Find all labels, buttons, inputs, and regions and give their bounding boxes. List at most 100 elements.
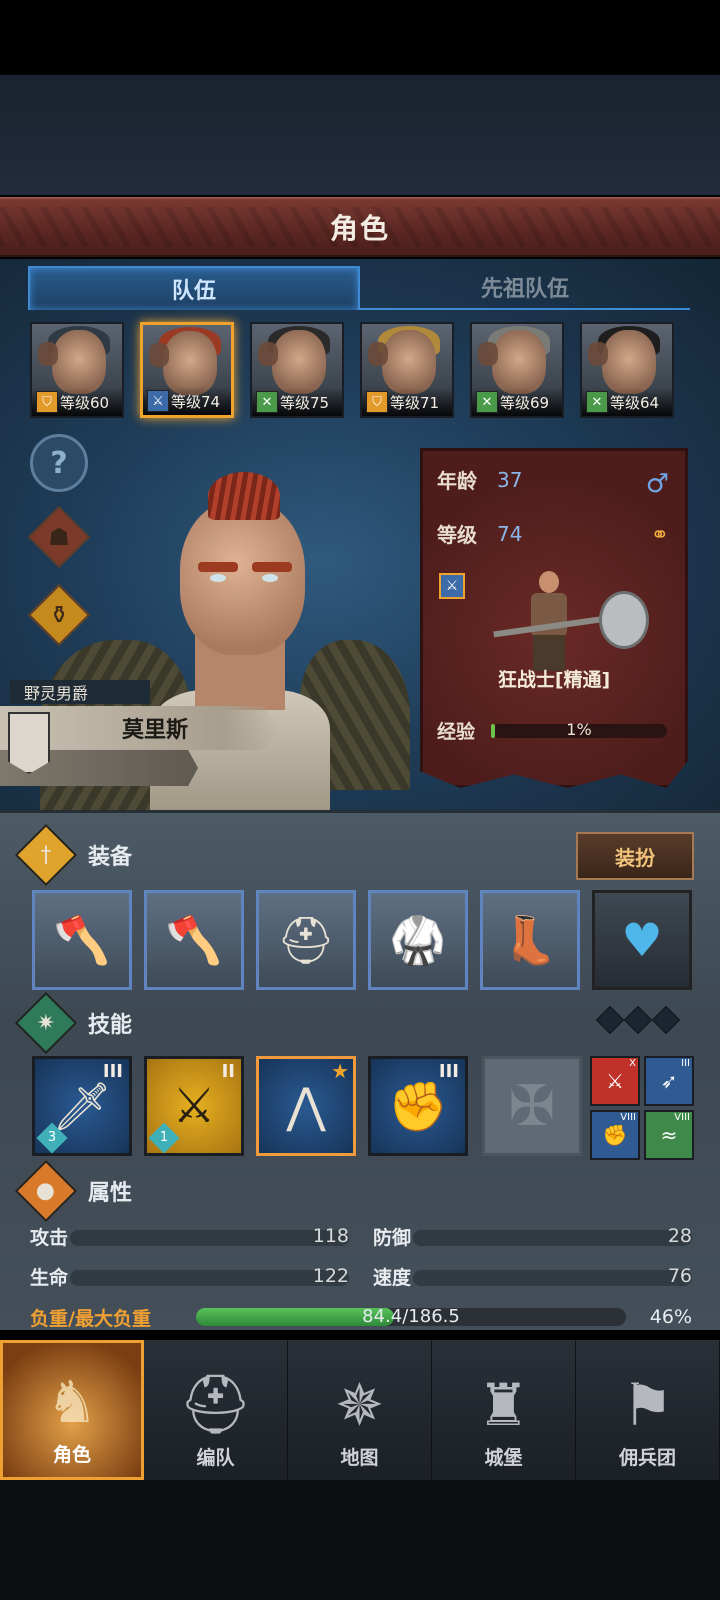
load-percent: 46%	[649, 1306, 692, 1328]
nav-mercenary[interactable]: ⚑ 佣兵团	[576, 1340, 720, 1480]
shield-icon: ⛉	[366, 391, 388, 413]
heraldry-banner-icon[interactable]	[8, 712, 50, 774]
attack-stat: 攻击 118	[30, 1224, 349, 1249]
speed-value: 76	[667, 1265, 692, 1287]
skill-tier: II	[221, 1061, 235, 1082]
age-label: 年龄	[437, 469, 477, 493]
tab-team[interactable]: 队伍	[28, 266, 360, 310]
hero-level: 等级71	[390, 393, 440, 412]
passive-skill[interactable]: ➶ III	[644, 1056, 694, 1106]
outfit-button[interactable]: 装扮	[576, 832, 694, 880]
attack-value: 118	[312, 1225, 349, 1247]
tab-ancestor-team[interactable]: 先祖队伍	[360, 266, 690, 310]
passive-skill[interactable]: ✊ VIII	[590, 1110, 640, 1160]
skill-tier: III	[102, 1061, 123, 1082]
load-value: 84.4/186.5	[362, 1306, 460, 1327]
hero-portrait	[52, 330, 106, 394]
skill-count: 1	[159, 1130, 169, 1145]
hero-card-selected[interactable]: ⚔ 等级74	[140, 322, 234, 418]
bottom-bar-area	[0, 1480, 720, 1600]
equip-slot-amulet[interactable]: ♥	[592, 890, 692, 990]
nav-map[interactable]: ✵ 地图	[288, 1340, 432, 1480]
nav-character[interactable]: ♞ 角色	[0, 1340, 144, 1480]
equipment-title: 装备	[88, 845, 133, 870]
dagger-icon: †	[40, 842, 52, 868]
hero-roster: ⛉ 等级60 ⚔ 等级74 ✕ 等级75 ⛉ 等级71 ✕ 等级69 ✕ 等级64	[30, 322, 690, 418]
cross-icon: ✠	[508, 1073, 556, 1139]
attributes-title: 属性	[88, 1181, 133, 1206]
wind-icon: ≈	[660, 1123, 678, 1147]
passive-skill[interactable]: ≈ VIII	[644, 1110, 694, 1160]
sword-icon: ⚔	[147, 390, 169, 412]
hero-card[interactable]: ⛉ 等级71	[360, 322, 454, 418]
gem-icon	[595, 1005, 625, 1035]
skill-slot[interactable]: ⚔ II 1	[144, 1056, 244, 1156]
hero-portrait	[163, 331, 217, 395]
attack-label: 攻击	[30, 1226, 69, 1249]
male-icon: ♂	[645, 469, 669, 499]
hero-mini-figure	[258, 342, 278, 366]
passive-skill[interactable]: ⚔ X	[590, 1056, 640, 1106]
skill-slot-empty[interactable]: ✠	[482, 1056, 582, 1156]
gem-icon	[623, 1005, 653, 1035]
level-value: 74	[497, 521, 523, 546]
defense-stat: 防御 28	[373, 1224, 692, 1249]
skill-slot[interactable]: 🗡 III 3	[32, 1056, 132, 1156]
nav-label: 城堡	[484, 1447, 523, 1469]
nav-label: 角色	[52, 1444, 91, 1466]
hero-card[interactable]: ⛉ 等级60	[30, 322, 124, 418]
skill-tier: III	[438, 1061, 459, 1082]
hero-mini-figure	[149, 343, 169, 367]
hero-level: 等级69	[500, 393, 550, 412]
hero-portrait	[272, 330, 326, 394]
passive-tier: X	[629, 1058, 636, 1069]
knight-icon: ♞	[46, 1368, 98, 1436]
bird-icon: ➶	[660, 1069, 678, 1093]
character-info-panel: 年龄 37 ♂ 等级 74 ⚭ ⚔ 狂战士[精通] 经验 1%	[420, 448, 688, 788]
star-burst-icon: ✷	[36, 1010, 56, 1036]
skills-title: 技能	[88, 1013, 133, 1038]
exp-bar: 1%	[491, 720, 667, 739]
sword-icon: ⚔	[606, 1069, 624, 1093]
skill-slot-selected[interactable]: ⋀ ★	[256, 1056, 356, 1156]
exp-value: 1%	[566, 719, 592, 739]
nav-label: 佣兵团	[618, 1447, 676, 1469]
hero-level: 等级75	[280, 393, 330, 412]
hero-card[interactable]: ✕ 等级64	[580, 322, 674, 418]
hero-mini-figure	[478, 342, 498, 366]
character-rank: 野灵男爵	[10, 680, 150, 704]
hero-mini-figure	[588, 342, 608, 366]
load-label: 负重/最大负重	[30, 1307, 151, 1330]
load-row: 负重/最大负重 84.4/186.5 46%	[30, 1302, 692, 1332]
page-title: 角色	[329, 212, 390, 245]
title-bar: 角色	[0, 197, 720, 257]
armor-icon: 🥋	[389, 912, 447, 967]
hero-card[interactable]: ✕ 等级75	[250, 322, 344, 418]
shield-icon: ⛉	[36, 391, 58, 413]
nav-castle[interactable]: ♜ 城堡	[432, 1340, 576, 1480]
hp-label: 生命	[30, 1266, 69, 1289]
top-backdrop	[0, 75, 720, 195]
bottom-nav: ♞ 角色 ⛑ 编队 ✵ 地图 ♜ 城堡 ⚑ 佣兵团	[0, 1340, 720, 1480]
helmet-icon: ⛑	[276, 912, 336, 967]
speed-label: 速度	[373, 1266, 412, 1289]
equip-slot-head[interactable]: ⛑	[256, 890, 356, 990]
equip-slot-body[interactable]: 🥋	[368, 890, 468, 990]
status-bar-area	[0, 0, 720, 75]
nav-formation[interactable]: ⛑ 编队	[144, 1340, 288, 1480]
defense-label: 防御	[373, 1226, 412, 1249]
fist-icon: ✊	[602, 1123, 628, 1147]
person-icon: ●	[36, 1178, 56, 1204]
ring-icon[interactable]: ⚭	[651, 523, 669, 548]
hero-level: 等级64	[610, 393, 660, 412]
equip-slot-off-hand[interactable]: 🪓	[144, 890, 244, 990]
axe-icon: 🪓	[165, 912, 223, 967]
equip-slot-feet[interactable]: 👢	[480, 890, 580, 990]
boots-icon: 👢	[501, 912, 559, 967]
equip-slot-main-hand[interactable]: 🪓	[32, 890, 132, 990]
hero-card[interactable]: ✕ 等级69	[470, 322, 564, 418]
star-icon: ★	[331, 1059, 349, 1083]
skill-slot[interactable]: ✊ III	[368, 1056, 468, 1156]
amulet-icon: ♥	[621, 913, 663, 967]
nav-label: 编队	[196, 1447, 235, 1469]
